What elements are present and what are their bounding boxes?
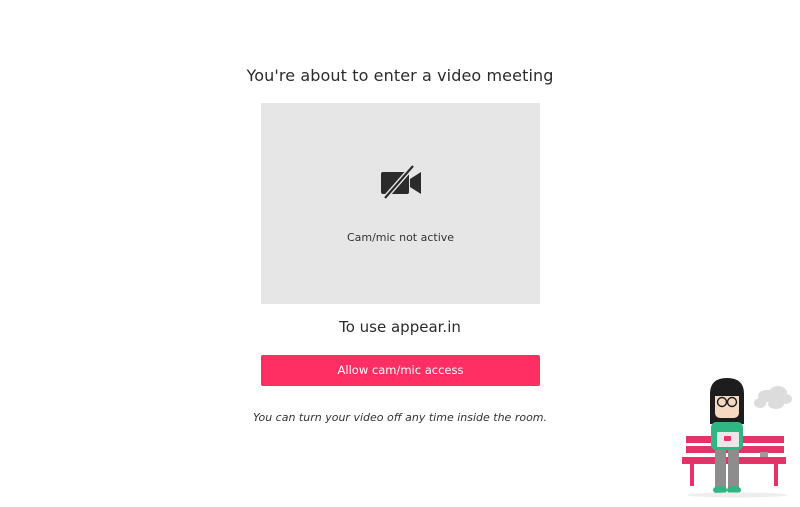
allow-cam-mic-button[interactable]: Allow cam/mic access <box>261 355 540 386</box>
page-title: You're about to enter a video meeting <box>246 66 554 85</box>
camera-off-icon <box>381 165 421 199</box>
video-preview: Cam/mic not active <box>261 103 540 304</box>
video-off-note: You can turn your video off any time ins… <box>252 411 548 424</box>
page: You're about to enter a video meeting Ca… <box>0 0 800 507</box>
person-on-bench-illustration <box>682 378 792 498</box>
preview-status-text: Cam/mic not active <box>346 231 455 244</box>
subheading: To use appear.in <box>339 318 461 336</box>
